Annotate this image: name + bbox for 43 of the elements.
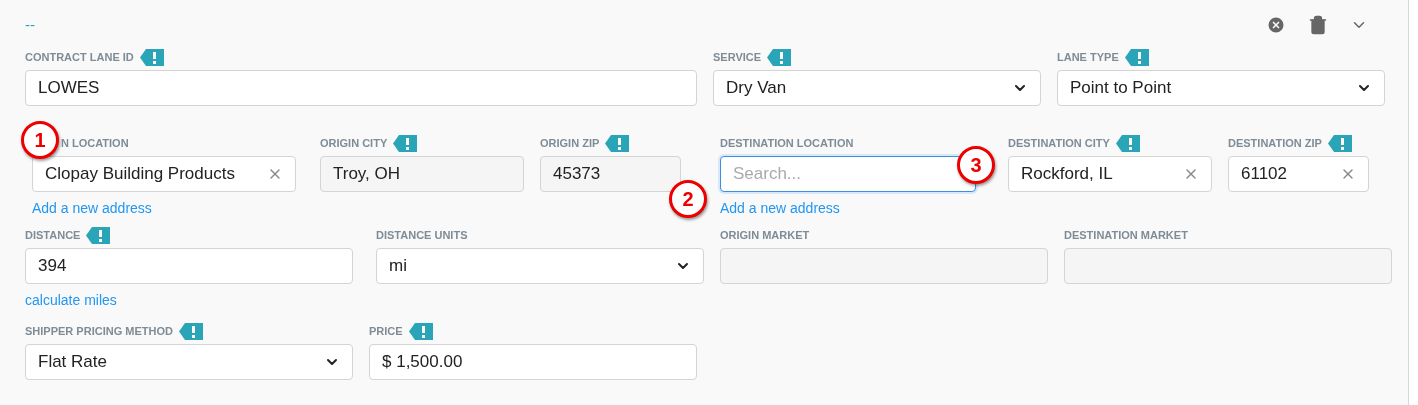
field-label: ORIGIN ZIP bbox=[540, 137, 600, 149]
field-label: ORIGIN MARKET bbox=[720, 229, 810, 241]
warning-tag-icon bbox=[86, 226, 111, 244]
dropdown[interactable]: Flat Rate bbox=[25, 344, 353, 380]
warning-tag-icon bbox=[408, 322, 433, 340]
field-label: SHIPPER PRICING METHOD bbox=[25, 325, 173, 337]
callout-marker: 1 bbox=[21, 121, 59, 159]
callout-marker: 3 bbox=[957, 146, 995, 184]
warning-tag-icon bbox=[1115, 134, 1140, 152]
field-label: DISTANCE UNITS bbox=[376, 229, 468, 241]
trash-icon[interactable] bbox=[1308, 15, 1328, 35]
field-label: DISTANCE bbox=[25, 229, 81, 241]
warning-tag-icon bbox=[139, 48, 164, 66]
text-field[interactable]: $ 1,500.00 bbox=[369, 344, 697, 380]
field-label: DESTINATION ZIP bbox=[1228, 137, 1322, 149]
warning-tag-icon bbox=[178, 322, 203, 340]
autocomplete-field[interactable]: 61102 bbox=[1228, 156, 1369, 192]
autocomplete-field[interactable]: Rockford, IL bbox=[1008, 156, 1212, 192]
dropdown[interactable]: mi bbox=[376, 248, 704, 284]
warning-tag-icon bbox=[605, 134, 630, 152]
warning-tag-icon bbox=[393, 134, 418, 152]
readonly-field: Troy, OH bbox=[320, 156, 524, 192]
field-label: DESTINATION LOCATION bbox=[720, 137, 854, 149]
field-label: DESTINATION MARKET bbox=[1064, 229, 1188, 241]
field-label: CONTRACT LANE ID bbox=[25, 51, 134, 63]
warning-tag-icon bbox=[767, 48, 792, 66]
dropdown[interactable]: Dry Van bbox=[713, 70, 1041, 106]
field-label: PRICE bbox=[369, 325, 403, 337]
close-icon[interactable] bbox=[1266, 15, 1286, 35]
field-label: N LOCATION bbox=[61, 137, 129, 149]
text-field[interactable]: 394 bbox=[25, 248, 353, 284]
warning-tag-icon bbox=[1327, 134, 1352, 152]
dropdown[interactable]: Point to Point bbox=[1057, 70, 1385, 106]
warning-tag-icon bbox=[1124, 48, 1149, 66]
autocomplete-field[interactable]: Clopay Building Products bbox=[32, 156, 296, 192]
field-label: LANE TYPE bbox=[1057, 51, 1119, 63]
lane-title: -- bbox=[25, 17, 36, 33]
field-label: DESTINATION CITY bbox=[1008, 137, 1110, 149]
text-field[interactable]: LOWES bbox=[25, 70, 697, 106]
field-label: SERVICE bbox=[713, 51, 762, 63]
callout-marker: 2 bbox=[669, 180, 707, 218]
readonly-field: 45373 bbox=[540, 156, 681, 192]
field-label: ORIGIN CITY bbox=[320, 137, 388, 149]
